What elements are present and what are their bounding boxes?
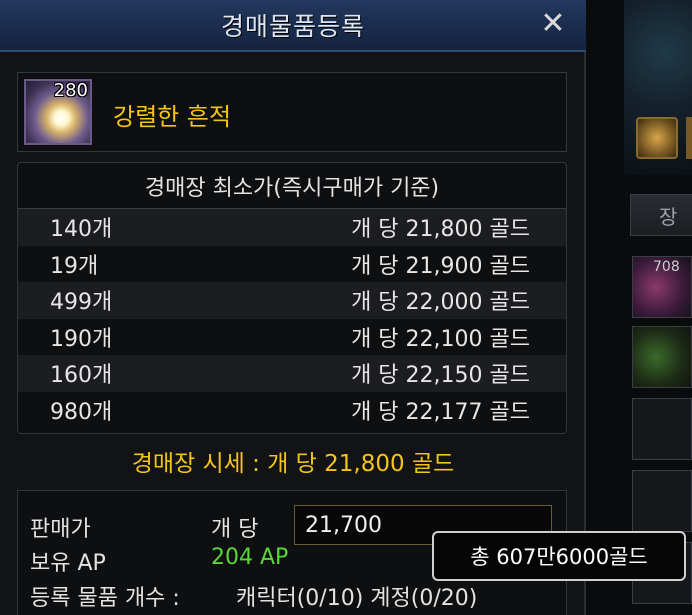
background-tab[interactable]: 장: [630, 194, 692, 236]
register-count-value: 캐릭터(0/10) 계정(0/20): [236, 586, 478, 611]
dialog-titlebar[interactable]: 경매물품등록 ✕: [0, 0, 586, 52]
dialog-title: 경매물품등록: [220, 12, 365, 41]
auction-register-dialog: 경매물품등록 ✕ 280 강렬한 흔적 경매장 최소가(즉시구매가 기준) 14…: [0, 0, 586, 615]
price-row-unit-price: 개 당 22,177 골드: [351, 399, 530, 425]
price-row-quantity: 19개: [50, 253, 99, 279]
background-inventory-panel: 장 708: [588, 0, 692, 615]
price-row: 140개 개 당 21,800 골드: [18, 209, 566, 246]
item-panel: 280 강렬한 흔적: [17, 72, 567, 152]
price-row: 190개 개 당 22,100 골드: [18, 319, 566, 356]
close-icon[interactable]: ✕: [538, 9, 568, 39]
inventory-slot[interactable]: [632, 398, 692, 460]
price-row-quantity: 980개: [50, 399, 113, 425]
item-stack-count: 280: [53, 80, 88, 101]
price-row-unit-price: 개 당 22,150 골드: [351, 363, 530, 389]
inventory-slot[interactable]: 708: [632, 256, 692, 318]
background-tab-label: 장: [659, 204, 678, 229]
background-item-icon[interactable]: [636, 117, 678, 159]
price-row: 980개 개 당 22,177 골드: [18, 392, 566, 429]
total-price-tooltip: 총 607만6000골드: [432, 531, 686, 581]
item-name: 강렬한 흔적: [113, 103, 232, 131]
price-row-unit-price: 개 당 22,000 골드: [351, 290, 530, 316]
price-row: 19개 개 당 21,900 골드: [18, 246, 566, 283]
inventory-slot[interactable]: [632, 326, 692, 388]
register-count-label: 등록 물품 개수 :: [30, 586, 180, 611]
price-row-quantity: 499개: [50, 290, 113, 316]
inventory-slot-count: 708: [653, 259, 680, 275]
price-row-unit-price: 개 당 21,900 골드: [351, 253, 530, 279]
sell-price-label: 판매가: [30, 517, 91, 542]
price-row-unit-price: 개 당 22,100 골드: [351, 326, 530, 352]
glowing-trace-icon[interactable]: 280: [24, 79, 92, 145]
price-row-quantity: 140개: [50, 217, 113, 243]
price-row-quantity: 190개: [50, 326, 113, 352]
ap-label: 보유 AP: [30, 551, 106, 576]
price-row: 160개 개 당 22,150 골드: [18, 355, 566, 392]
lowest-price-table: 경매장 최소가(즉시구매가 기준) 140개 개 당 21,800 골드 19개…: [17, 162, 567, 434]
background-item-icon[interactable]: [686, 117, 692, 159]
market-price-text: 경매장 시세 : 개 당 21,800 골드: [131, 451, 455, 477]
per-unit-label: 개 당: [211, 517, 259, 542]
price-row-unit-price: 개 당 21,800 골드: [351, 217, 530, 243]
inventory-slot[interactable]: [632, 470, 692, 532]
price-row-quantity: 160개: [50, 363, 113, 389]
price-row: 499개 개 당 22,000 골드: [18, 282, 566, 319]
price-table-header: 경매장 최소가(즉시구매가 기준): [18, 163, 566, 209]
ap-value: 204 AP: [211, 545, 289, 570]
